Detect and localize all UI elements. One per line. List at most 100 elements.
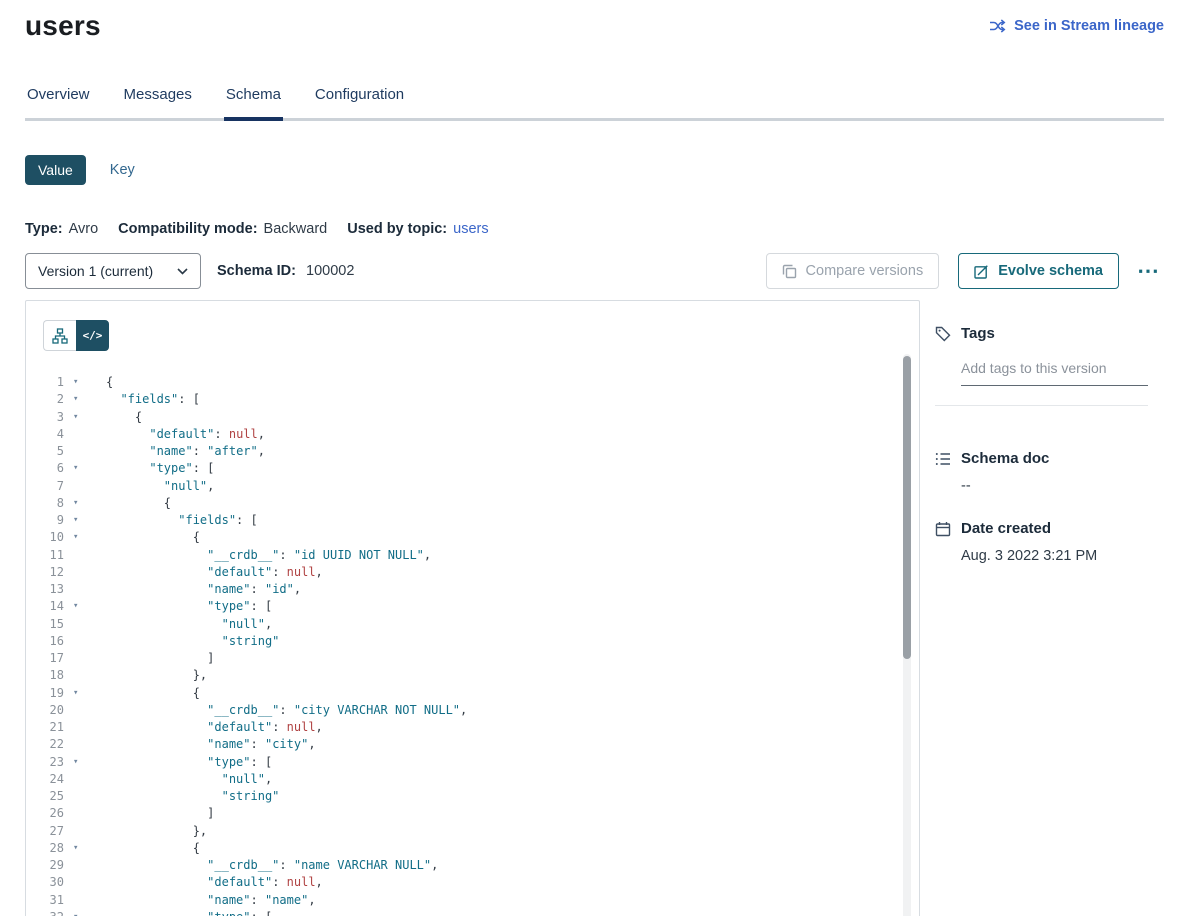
fold-spacer [64,874,86,891]
value-toggle-button[interactable]: Value [25,155,86,185]
code-line: 6▾ "type": [ [26,460,919,477]
stream-lineage-link[interactable]: See in Stream lineage [989,18,1164,34]
line-number: 5 [26,443,64,460]
version-select-value: Version 1 (current) [38,263,153,279]
fold-spacer [64,771,86,788]
scrollbar-thumb[interactable] [903,356,911,659]
code-content: }, [106,667,207,684]
date-created-header: Date created [935,520,1164,537]
code-content: "name": "city", [106,736,316,753]
code-line: 18 }, [26,667,919,684]
fold-toggle-icon[interactable]: ▾ [64,685,86,702]
line-number: 7 [26,478,64,495]
fold-toggle-icon[interactable]: ▾ [64,909,86,916]
code-line: 29 "__crdb__": "name VARCHAR NULL", [26,857,919,874]
line-number: 8 [26,495,64,512]
code-content: { [106,529,200,546]
page-header: users See in Stream lineage [25,0,1164,42]
fold-toggle-icon[interactable]: ▾ [64,374,86,391]
code-line: 15 "null", [26,616,919,633]
chevron-down-icon [177,268,188,275]
code-line: 16 "string" [26,633,919,650]
code-line: 11 "__crdb__": "id UUID NOT NULL", [26,547,919,564]
editor-scrollbar[interactable] [903,354,911,916]
code-content: ] [106,650,214,667]
sidebar-divider [935,405,1148,406]
fold-toggle-icon[interactable]: ▾ [64,391,86,408]
code-line: 5 "name": "after", [26,443,919,460]
fold-spacer [64,702,86,719]
fold-toggle-icon[interactable]: ▾ [64,754,86,771]
fold-toggle-icon[interactable]: ▾ [64,460,86,477]
compatibility-label: Compatibility mode: [118,221,257,237]
code-line: 20 "__crdb__": "city VARCHAR NOT NULL", [26,702,919,719]
fold-toggle-icon[interactable]: ▾ [64,529,86,546]
code-content: "default": null, [106,874,323,891]
code-content: "string" [106,788,279,805]
line-number: 9 [26,512,64,529]
code-content: "null", [106,771,272,788]
line-number: 15 [26,616,64,633]
code-content: "null", [106,478,214,495]
value-key-toggle: Value Key [25,155,1164,185]
more-options-button[interactable]: ⋯ [1133,261,1164,281]
code-content: "default": null, [106,426,265,443]
evolve-schema-button[interactable]: Evolve schema [958,253,1119,289]
fold-spacer [64,719,86,736]
code-line: 30 "default": null, [26,874,919,891]
code-content: "name": "after", [106,443,265,460]
fold-toggle-icon[interactable]: ▾ [64,840,86,857]
tree-view-button[interactable] [43,320,76,351]
code-content: "type": [ [106,754,272,771]
topic-link[interactable]: users [453,221,488,237]
fold-spacer [64,581,86,598]
fold-toggle-icon[interactable]: ▾ [64,409,86,426]
fold-toggle-icon[interactable]: ▾ [64,598,86,615]
line-number: 28 [26,840,64,857]
tab-messages[interactable]: Messages [122,86,194,118]
fold-toggle-icon[interactable]: ▾ [64,495,86,512]
line-number: 19 [26,685,64,702]
code-content: { [106,495,171,512]
code-content: "default": null, [106,564,323,581]
line-number: 17 [26,650,64,667]
tab-configuration[interactable]: Configuration [313,86,406,118]
fold-spacer [64,823,86,840]
key-toggle-button[interactable]: Key [110,162,135,178]
code-content: "string" [106,633,279,650]
tree-view-icon [52,328,68,344]
fold-spacer [64,650,86,667]
fold-spacer [64,564,86,581]
schema-page: users See in Stream lineage Overview Mes… [0,0,1189,916]
code-line: 13 "name": "id", [26,581,919,598]
compatibility-value: Backward [264,221,328,237]
line-number: 12 [26,564,64,581]
fold-spacer [64,443,86,460]
line-number: 10 [26,529,64,546]
line-number: 18 [26,667,64,684]
tags-input[interactable] [961,354,1148,386]
tab-overview[interactable]: Overview [25,86,92,118]
code-line: 32▾ "type": [ [26,909,919,916]
code-view-button[interactable]: </> [76,320,109,351]
fold-spacer [64,478,86,495]
code-content: { [106,374,113,391]
compare-versions-label: Compare versions [806,263,924,279]
compare-versions-icon [782,264,797,279]
line-number: 4 [26,426,64,443]
fold-spacer [64,426,86,443]
fold-toggle-icon[interactable]: ▾ [64,512,86,529]
line-number: 24 [26,771,64,788]
tag-icon [935,326,951,342]
line-number: 22 [26,736,64,753]
compare-versions-button[interactable]: Compare versions [766,253,940,289]
version-select[interactable]: Version 1 (current) [25,253,201,289]
code-line: 10▾ { [26,529,919,546]
line-number: 16 [26,633,64,650]
code-content: { [106,685,200,702]
code-content: "type": [ [106,598,272,615]
tab-schema[interactable]: Schema [224,86,283,118]
line-number: 3 [26,409,64,426]
schema-controls: Version 1 (current) Schema ID: 100002 Co… [25,253,1164,289]
schema-id-label: Schema ID: [217,263,296,279]
